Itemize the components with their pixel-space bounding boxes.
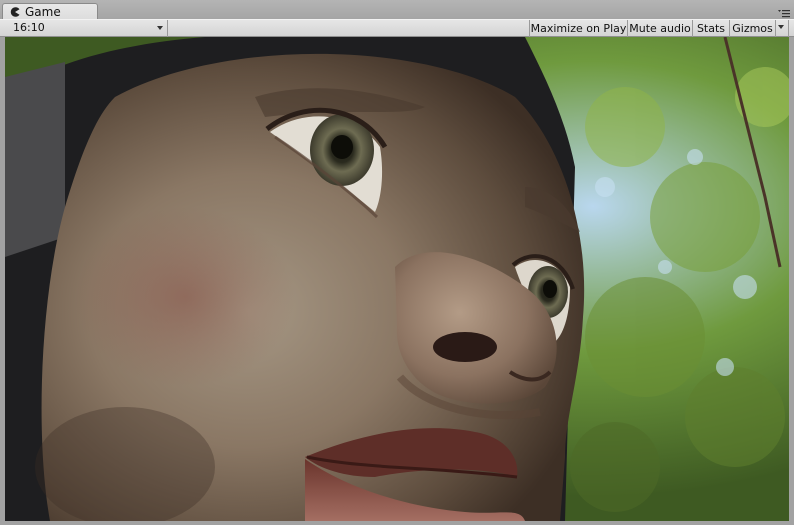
aspect-ratio-dropdown[interactable]: 16:10: [7, 20, 168, 37]
game-toolbar: 16:10 Maximize on Play Mute audio Stats …: [0, 19, 794, 37]
tab-strip: Game: [0, 0, 794, 20]
maximize-on-play-button[interactable]: Maximize on Play: [529, 20, 627, 37]
window-menu-icon[interactable]: [777, 9, 790, 18]
chevron-down-icon: [778, 25, 784, 29]
tab-game[interactable]: Game: [2, 3, 98, 20]
tab-label: Game: [25, 5, 61, 19]
mute-audio-button[interactable]: Mute audio: [627, 20, 692, 37]
chevron-down-icon: [157, 26, 163, 30]
aspect-ratio-label: 16:10: [13, 21, 45, 34]
gizmos-button[interactable]: Gizmos: [729, 20, 775, 37]
gizmos-dropdown-button[interactable]: [775, 20, 789, 37]
game-window: Game 16:10 Maximize on Play Mute audio S…: [0, 0, 794, 525]
rendered-scene: [5, 37, 789, 521]
game-viewport[interactable]: [5, 37, 789, 521]
pacman-icon: [10, 7, 20, 17]
stats-button[interactable]: Stats: [692, 20, 729, 37]
